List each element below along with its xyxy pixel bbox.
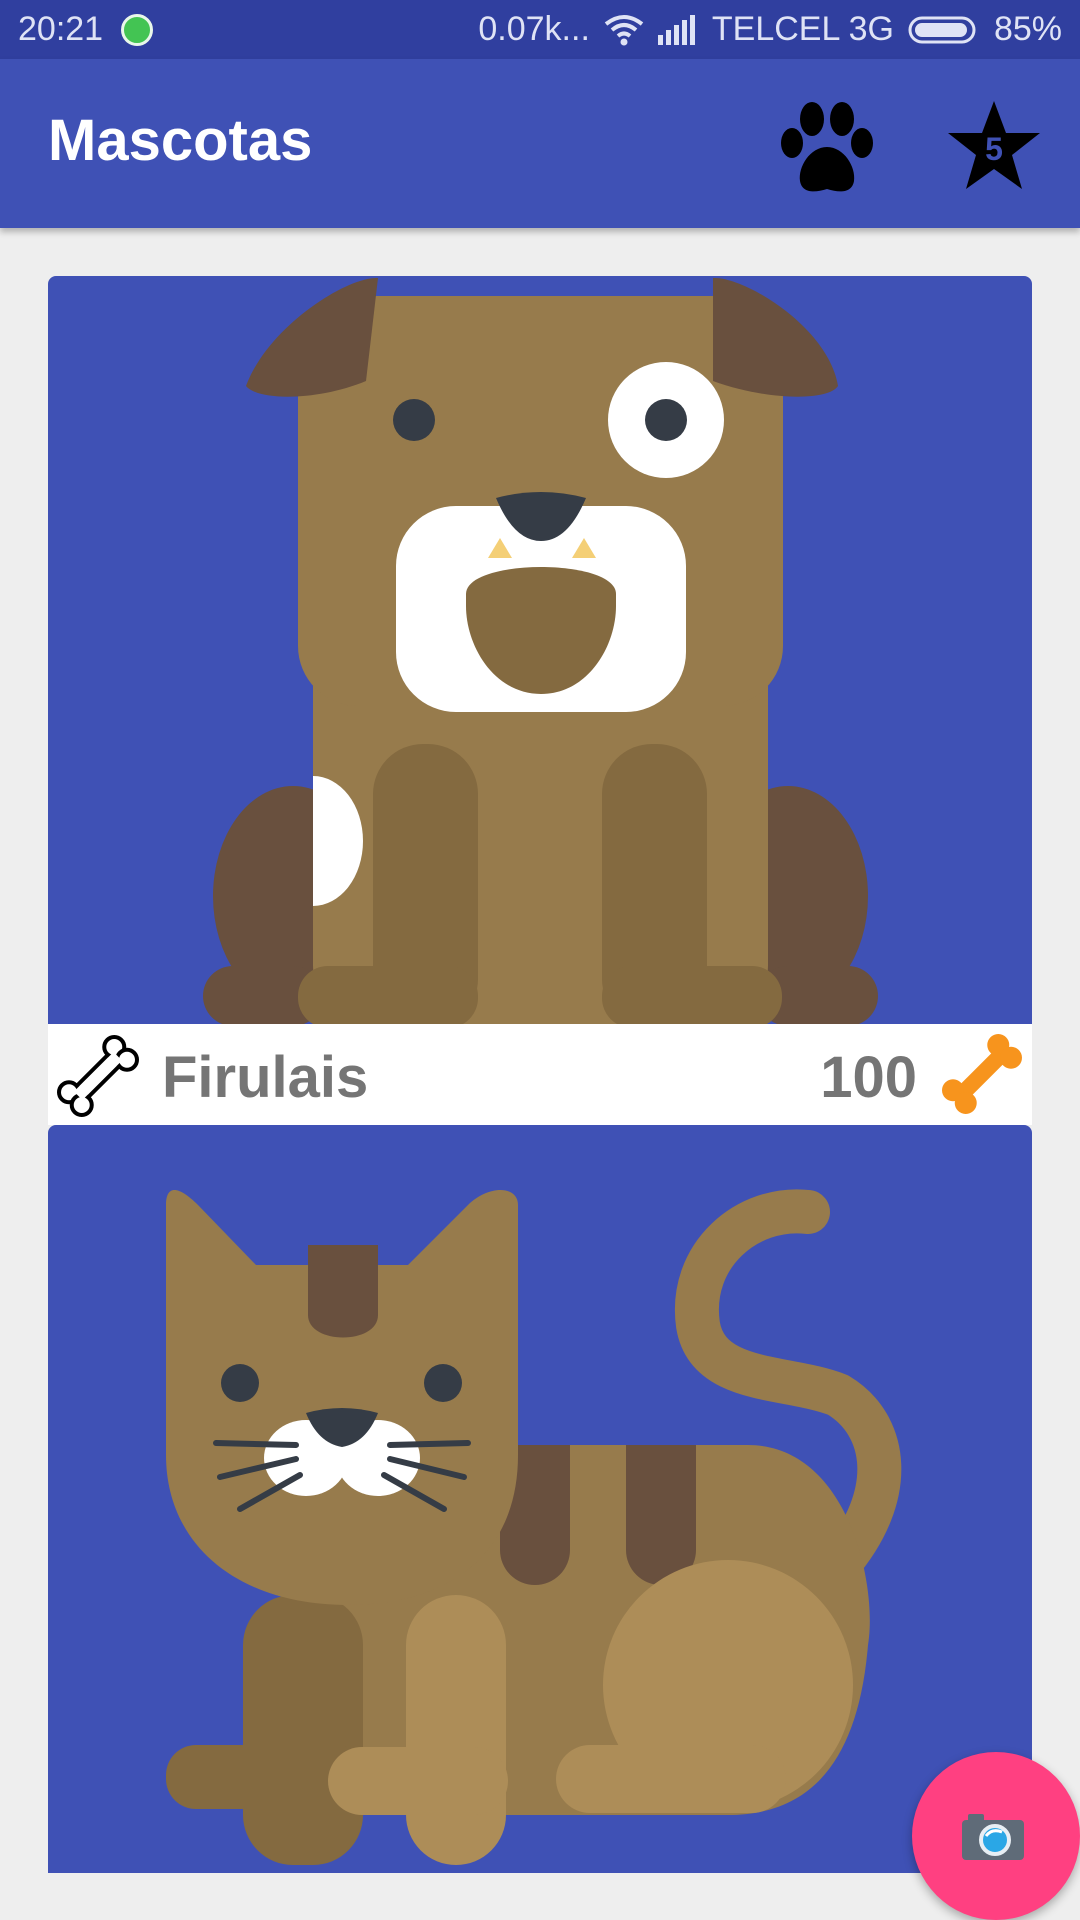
status-time: 20:21 (18, 10, 104, 48)
camera-icon (962, 1814, 1024, 1860)
battery-icon (908, 16, 976, 43)
whatsapp-icon (121, 13, 154, 46)
paw-button[interactable] (772, 95, 882, 205)
bone-outline-icon[interactable] (48, 1026, 148, 1126)
battery-percent: 85% (993, 10, 1062, 48)
favorites-button[interactable]: 5 (944, 97, 1044, 197)
camera-fab[interactable] (912, 1752, 1080, 1920)
pet-card-footer: Firulais 100 (48, 1024, 1032, 1125)
dog-illustration (203, 277, 878, 1024)
pet-name: Firulais (162, 1045, 369, 1110)
status-bar-right: 0.07k... TELCEL 3G 85% (478, 0, 1062, 59)
wifi-icon (604, 14, 644, 45)
app-title: Mascotas (48, 108, 313, 173)
pet-rating: 100 (820, 1045, 917, 1110)
signal-icon (657, 14, 695, 45)
pet-image-cat (48, 1125, 1032, 1873)
paw-icon (781, 102, 873, 192)
carrier-label: TELCEL 3G (711, 10, 894, 48)
app-bar: Mascotas 5 (0, 59, 1080, 228)
favorites-badge: 5 (985, 131, 1003, 167)
cat-illustration (166, 1189, 902, 1865)
network-speed: 0.07k... (478, 10, 590, 48)
status-bar: 20:21 0.07k... TELCEL 3G 85% (0, 0, 1080, 59)
status-bar-left: 20:21 (18, 0, 154, 59)
bone-filled-icon (942, 1034, 1022, 1114)
star-icon: 5 (948, 101, 1040, 189)
pet-image-dog (48, 276, 1032, 1024)
